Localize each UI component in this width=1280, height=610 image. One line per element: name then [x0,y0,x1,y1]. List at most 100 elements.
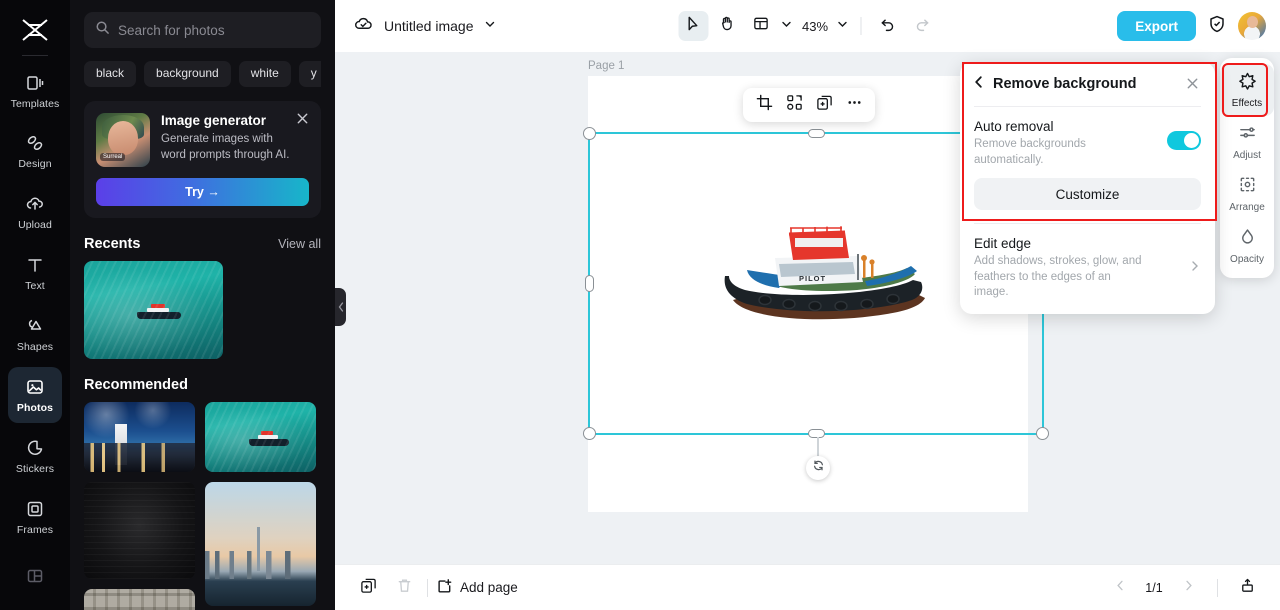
remove-background-header: Remove background [960,62,1215,106]
resize-handle-top-left[interactable] [583,127,596,140]
trash-icon [396,577,413,599]
search-bar[interactable] [84,12,321,48]
capcut-logo-icon[interactable] [12,10,58,49]
element-float-toolbar [743,88,875,122]
document-title[interactable]: Untitled image [384,18,474,34]
remove-background-panel: Remove background Auto removal Remove ba… [960,62,1215,314]
search-icon [95,20,110,40]
try-button[interactable]: Try → [96,178,309,206]
promo-title: Image generator [161,113,267,128]
page-nav-group: 1/1 [1105,573,1262,603]
undo-button[interactable] [873,11,903,41]
auto-removal-title: Auto removal [974,119,1054,134]
more-button[interactable] [841,92,867,118]
zoom-chevron-down-icon[interactable] [836,17,848,35]
top-toolbar: Untitled image 43% Export [335,0,1280,52]
photos-panel: black background white y Surreal Image g… [70,0,335,610]
opacity-button[interactable]: Opacity [1220,220,1274,272]
opacity-drop-icon [1238,227,1257,251]
duplicate-page-icon [360,577,377,599]
effects-label: Effects [1231,98,1263,109]
zoom-level[interactable]: 43% [802,19,828,34]
add-page-button[interactable]: Add page [436,577,518,599]
recommended-photo-city-night[interactable] [84,402,195,472]
recommended-photo-stone-wall[interactable] [84,589,195,610]
auto-removal-toggle[interactable] [1167,131,1201,150]
design-icon [24,132,46,154]
next-page-button[interactable] [1173,573,1203,603]
resize-handle-bottom-left[interactable] [583,427,596,440]
bottom-divider [427,578,428,597]
sidebar-item-layout[interactable] [8,549,62,606]
chevron-left-icon[interactable] [972,75,986,94]
sidebar-label: Design [18,158,52,171]
sidebar-label: Stickers [15,462,55,475]
left-icon-rail: Templates Design Upload Text Shapes Phot… [0,0,70,610]
sidebar-item-design[interactable]: Design [8,123,62,180]
crop-button[interactable] [751,92,777,118]
redo-button[interactable] [907,11,937,41]
close-icon[interactable] [1185,76,1201,92]
chip-background[interactable]: background [144,61,231,87]
sidebar-label: Frames [16,523,54,536]
edit-edge-section[interactable]: Edit edge Add shadows, strokes, glow, an… [960,224,1215,314]
search-input[interactable] [118,22,310,38]
chip-white[interactable]: white [238,61,291,87]
sidebar-item-text[interactable]: Text [8,245,62,302]
cursor-arrow-icon [684,15,701,37]
recommended-photo-nyc-skyline[interactable] [205,482,316,606]
tugboat-image[interactable]: PILOT [717,224,942,334]
chevron-down-icon[interactable] [484,17,496,35]
panel-collapse-handle[interactable] [335,288,346,326]
sidebar-item-photos[interactable]: Photos [8,366,62,424]
close-icon[interactable] [295,111,311,127]
promo-thumbnail: Surreal [96,113,150,167]
transform-button[interactable] [781,92,807,118]
arrange-button[interactable]: Arrange [1220,168,1274,220]
recommended-photo-tugboat[interactable] [205,402,316,472]
hand-tool-button[interactable] [712,11,742,41]
adjust-button[interactable]: Adjust [1220,116,1274,168]
cloud-check-icon[interactable] [353,13,374,39]
sidebar-item-templates[interactable]: Templates [8,62,62,119]
prev-page-button[interactable] [1105,573,1135,603]
view-all-link[interactable]: View all [278,237,321,251]
resize-handle-bottom-right[interactable] [1036,427,1049,440]
resize-handle-top-center[interactable] [807,129,825,138]
effects-star-icon [1238,71,1257,95]
auto-removal-description: Remove backgrounds automatically. [974,138,1086,166]
recent-photo-tugboat[interactable] [84,261,223,359]
customize-button[interactable]: Customize [974,178,1201,211]
sidebar-label: Text [25,280,45,293]
chip-partial[interactable]: y [298,61,321,87]
more-dots-icon [846,94,863,116]
layout-tool-button[interactable] [746,11,776,41]
sidebar-item-shapes[interactable]: Shapes [8,306,62,363]
text-icon [24,254,46,276]
duplicate-page-button[interactable] [353,573,383,603]
resize-handle-middle-left[interactable] [585,275,594,292]
shapes-icon [24,315,46,337]
sidebar-item-stickers[interactable]: Stickers [8,427,62,484]
sidebar-item-frames[interactable]: Frames [8,488,62,545]
select-tool-button[interactable] [677,11,708,41]
effects-button[interactable]: Effects [1220,64,1274,116]
promo-description: Generate images with word prompts throug… [161,133,290,161]
rotate-button[interactable] [806,456,830,480]
export-button[interactable]: Export [1117,11,1196,41]
chevron-right-icon[interactable] [1189,259,1201,277]
recommended-photo-dark-texture[interactable] [84,482,195,579]
main-area: Untitled image 43% Export Page 1 PILOT A… [335,0,1280,610]
delete-page-button[interactable] [389,573,419,603]
layout-chevron-down-icon[interactable] [780,17,792,35]
add-page-label: Add page [460,580,518,595]
sidebar-item-upload[interactable]: Upload [8,184,62,241]
resize-handle-bottom-center[interactable] [807,429,825,438]
toolbar-divider [860,17,862,35]
chip-black[interactable]: black [84,61,137,87]
shield-check-icon[interactable] [1207,14,1227,39]
photos-icon [24,376,46,398]
export-tray-button[interactable] [1232,573,1262,603]
user-avatar[interactable] [1238,12,1266,40]
duplicate-button[interactable] [811,92,837,118]
